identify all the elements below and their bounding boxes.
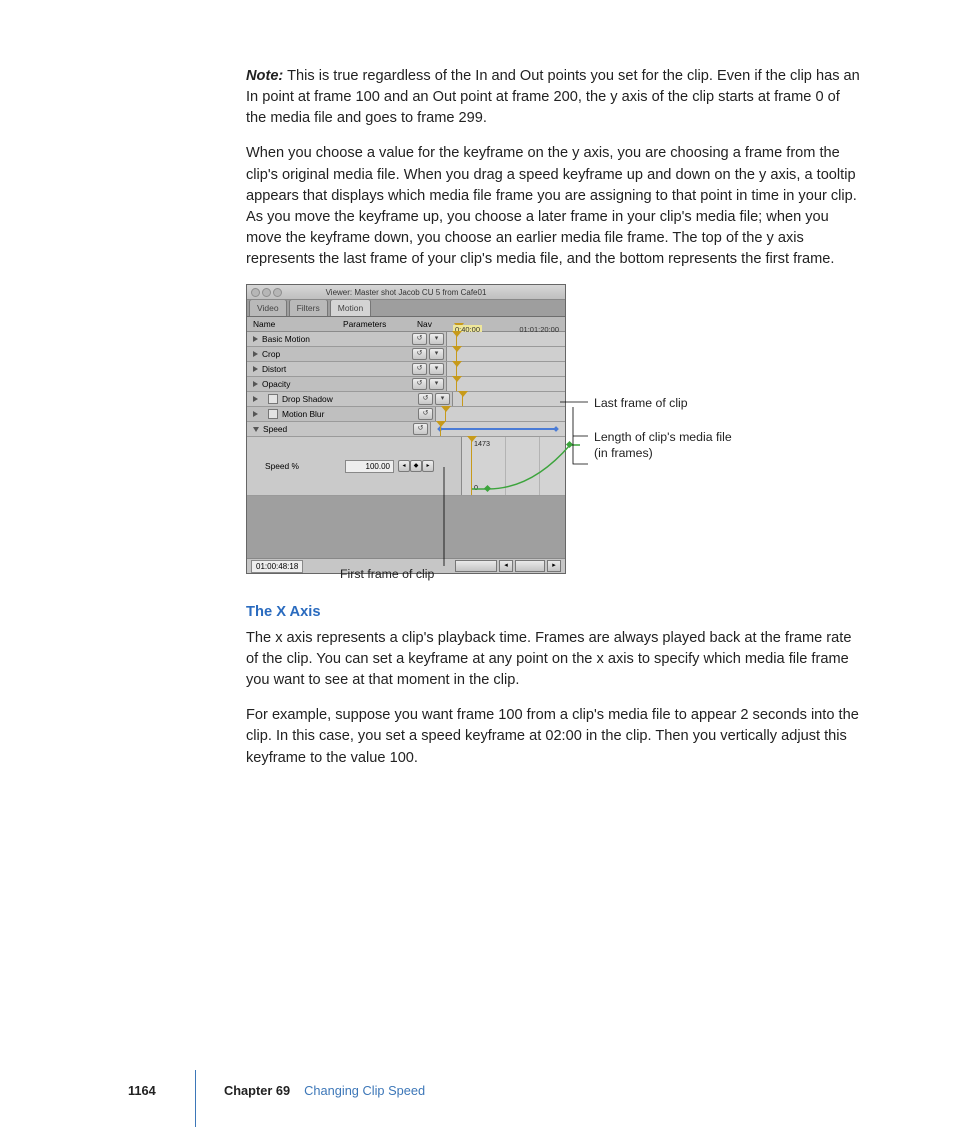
section-heading-x-axis: The X Axis — [246, 602, 864, 623]
paragraph-4: For example, suppose you want frame 100 … — [246, 705, 864, 768]
note-paragraph: Note: This is true regardless of the In … — [246, 66, 864, 129]
callout-first-frame: First frame of clip — [340, 566, 434, 584]
chapter-title: Changing Clip Speed — [304, 1082, 425, 1101]
footer-divider — [195, 1070, 196, 1127]
paragraph-3: The x axis represents a clip's playback … — [246, 628, 864, 691]
figure-viewer-motion: Viewer: Master shot Jacob CU 5 from Cafe… — [246, 284, 864, 574]
paragraph-2: When you choose a value for the keyframe… — [246, 143, 864, 270]
chapter-label: Chapter 69 — [224, 1082, 290, 1101]
note-text: This is true regardless of the In and Ou… — [246, 68, 860, 126]
callout-last-frame: Last frame of clip — [594, 395, 688, 413]
note-label: Note: — [246, 68, 283, 84]
page-footer: 1164 Chapter 69 Changing Clip Speed — [128, 1082, 864, 1101]
page-number: 1164 — [128, 1082, 224, 1101]
callout-length-line2: (in frames) — [594, 445, 653, 463]
